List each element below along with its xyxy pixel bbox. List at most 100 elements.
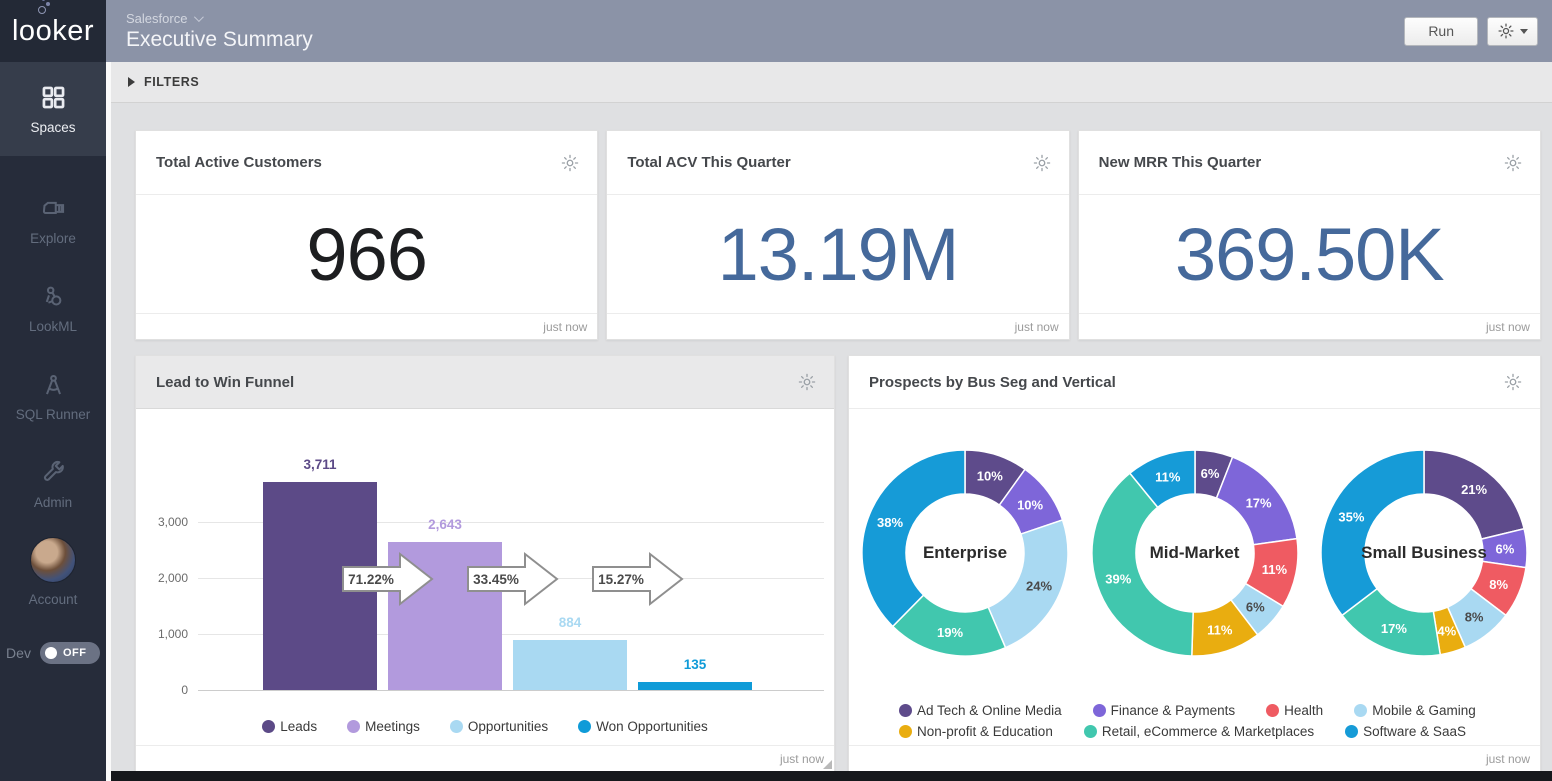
donut-slice-software-saas[interactable]: Software & SaaS: 35%	[1321, 450, 1424, 615]
viewport-bottom-edge	[111, 771, 1552, 781]
legend-dot	[347, 720, 360, 733]
legend-item-software-saas[interactable]: Software & SaaS	[1345, 724, 1466, 739]
legend-dot	[899, 725, 912, 738]
slice-percent-label: 11%	[1261, 562, 1287, 577]
sidebar-item-admin[interactable]: Admin	[0, 440, 106, 528]
legend-label: Won Opportunities	[596, 719, 708, 734]
sidebar-item-sql-runner[interactable]: SQL Runner	[0, 352, 106, 440]
funnel-chart: 01,0002,0003,0003,7112,643884135 71.22% …	[136, 409, 834, 707]
breadcrumb[interactable]: Salesforce	[126, 11, 313, 26]
looker-app: looker Salesforce Executive Summary Run	[0, 0, 1552, 781]
legend-dot	[899, 704, 912, 717]
y-axis-tick-label: 0	[136, 683, 188, 697]
legend-label: Software & SaaS	[1363, 724, 1466, 739]
slice-percent-label: 4%	[1437, 623, 1456, 638]
sidebar-item-label: Admin	[34, 495, 72, 510]
funnel-legend: Leads Meetings Opportunities Won Opportunit…	[136, 707, 834, 745]
legend-dot	[262, 720, 275, 733]
legend-dot	[578, 720, 591, 733]
slice-percent-label: 11%	[1155, 469, 1181, 484]
bar-value-label: 884	[513, 615, 627, 630]
legend-item-ad-tech-online-media[interactable]: Ad Tech & Online Media	[899, 703, 1062, 718]
gear-icon[interactable]	[1032, 153, 1052, 173]
legend-row: Ad Tech & Online Media Finance & Payments…	[899, 703, 1540, 718]
gear-icon[interactable]	[1503, 372, 1523, 392]
kpi-value: 13.19M	[718, 212, 959, 297]
dev-mode-state: OFF	[63, 647, 87, 659]
slice-percent-label: 8%	[1489, 577, 1508, 592]
logo-bubble-icon	[38, 6, 46, 14]
legend-item-non-profit-education[interactable]: Non-profit & Education	[899, 724, 1053, 739]
legend-label: Ad Tech & Online Media	[917, 703, 1062, 718]
run-button[interactable]: Run	[1404, 17, 1478, 46]
dev-mode-label: Dev	[6, 645, 31, 661]
legend-item-health[interactable]: Health	[1266, 703, 1323, 718]
svg-text:71.22%: 71.22%	[348, 572, 394, 587]
legend-label: Mobile & Gaming	[1372, 703, 1476, 718]
legend-item-meetings[interactable]: Meetings	[347, 719, 420, 734]
kpi-card-total-acv: Total ACV This Quarter 13.19M just now	[606, 130, 1069, 340]
looker-logo[interactable]: looker	[0, 0, 106, 62]
last-updated: just now	[543, 320, 587, 334]
sidebar: Spaces Explore LookML SQL Runner	[0, 62, 106, 781]
sidebar-item-lookml[interactable]: LookML	[0, 264, 106, 352]
card-title: Prospects by Bus Seg and Vertical	[869, 374, 1116, 391]
slice-percent-label: 35%	[1338, 510, 1364, 525]
legend-item-leads[interactable]: Leads	[262, 719, 317, 734]
prospects-card: Prospects by Bus Seg and Vertical Ad Tec…	[848, 355, 1541, 772]
legend-label: Health	[1284, 703, 1323, 718]
breadcrumb-label: Salesforce	[126, 11, 187, 26]
topbar: looker Salesforce Executive Summary Run	[0, 0, 1552, 62]
chevron-down-icon	[194, 12, 204, 22]
dashboard-content: Total Active Customers 966 just now Tota…	[111, 103, 1552, 781]
legend-dot	[1345, 725, 1358, 738]
sidebar-item-spaces[interactable]: Spaces	[0, 62, 106, 156]
svg-text:15.27%: 15.27%	[598, 572, 644, 587]
gridline	[198, 690, 824, 691]
legend-item-finance-payments[interactable]: Finance & Payments	[1093, 703, 1236, 718]
kpi-row: Total Active Customers 966 just now Tota…	[135, 130, 1541, 340]
sidebar-item-account[interactable]: Account	[0, 528, 106, 616]
logo-bubble-icon	[42, 0, 45, 1]
kpi-card-new-mrr: New MRR This Quarter 369.50K just now	[1078, 130, 1541, 340]
funnel-bar-opportunities[interactable]	[513, 640, 627, 690]
y-axis-tick-label: 1,000	[136, 627, 188, 641]
dev-mode-toggle[interactable]: OFF	[40, 642, 100, 664]
slice-percent-label: 8%	[1465, 609, 1484, 624]
sidebar-item-label: Spaces	[30, 120, 75, 135]
legend-item-won-opportunities[interactable]: Won Opportunities	[578, 719, 708, 734]
dashboard-titles: Salesforce Executive Summary	[126, 11, 313, 52]
caret-down-icon	[1520, 29, 1528, 34]
legend-dot	[1354, 704, 1367, 717]
legend-item-retail-ecommerce-marketplaces[interactable]: Retail, eCommerce & Marketplaces	[1084, 724, 1314, 739]
filters-bar[interactable]: FILTERS	[111, 62, 1552, 103]
legend-dot	[450, 720, 463, 733]
user-avatar	[30, 537, 76, 583]
conversion-arrow: 33.45%	[467, 551, 559, 607]
gear-icon[interactable]	[1503, 153, 1523, 173]
legend-item-opportunities[interactable]: Opportunities	[450, 719, 548, 734]
spaces-grid-icon	[40, 84, 67, 111]
slice-percent-label: 21%	[1461, 482, 1487, 497]
donut-slice-retail-ecommerce-marketplaces[interactable]: Retail, eCommerce & Marketplaces: 39%	[1092, 473, 1193, 656]
slice-percent-label: 39%	[1105, 572, 1131, 587]
bar-value-label: 2,643	[388, 517, 502, 532]
donut-slice-software-saas[interactable]: Software & SaaS: 38%	[862, 450, 965, 626]
gear-icon[interactable]	[560, 153, 580, 173]
dev-mode-row: Dev OFF	[0, 642, 106, 664]
conversion-arrow: 15.27%	[592, 551, 684, 607]
funnel-bar-won-opportunities[interactable]	[638, 682, 752, 690]
gear-icon	[1497, 22, 1515, 40]
legend-item-mobile-gaming[interactable]: Mobile & Gaming	[1354, 703, 1476, 718]
legend-label: Finance & Payments	[1111, 703, 1236, 718]
sidebar-item-label: LookML	[29, 319, 77, 334]
dashboard-settings-button[interactable]	[1487, 17, 1538, 46]
explore-icon	[40, 195, 67, 222]
resize-handle[interactable]	[823, 760, 832, 769]
sidebar-item-explore[interactable]: Explore	[0, 176, 106, 264]
donut-enterprise: Ad Tech & Online Media: 10%10%Finance & …	[859, 447, 1071, 659]
conversion-arrow: 71.22%	[342, 551, 434, 607]
gear-icon[interactable]	[797, 372, 817, 392]
legend-label: Opportunities	[468, 719, 548, 734]
topbar-main: Salesforce Executive Summary Run	[106, 0, 1552, 62]
